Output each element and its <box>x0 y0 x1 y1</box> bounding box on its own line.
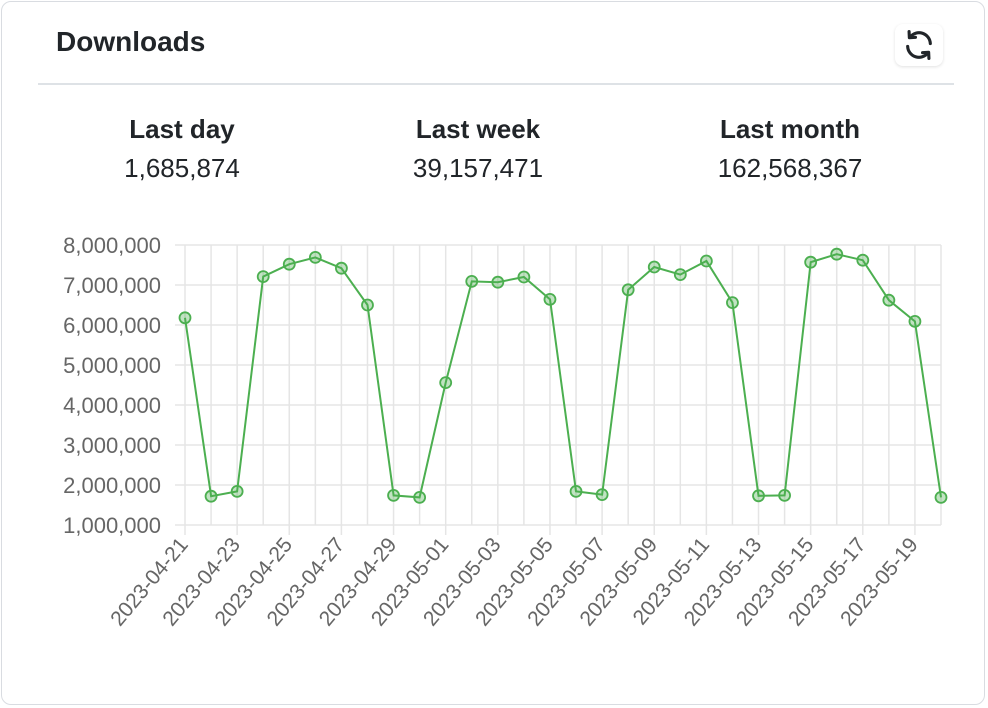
data-point <box>830 247 844 261</box>
stat-last-week: Last week 39,157,471 <box>328 114 628 184</box>
data-point <box>673 268 687 281</box>
data-point <box>621 283 635 297</box>
downloads-chart: 1,000,000 2,000,000 3,000,000 4,000,000 5,00… <box>63 233 948 631</box>
y-tick-label: 1,000,000 <box>63 513 161 538</box>
data-point <box>361 298 374 312</box>
data-point <box>439 376 453 390</box>
header-divider <box>38 83 954 85</box>
data-point <box>908 315 922 328</box>
data-point <box>778 488 791 502</box>
series-line <box>184 253 942 499</box>
data-point <box>282 257 296 271</box>
data-point <box>569 484 583 498</box>
data-point <box>804 255 818 269</box>
data-point <box>256 270 270 283</box>
stat-label: Last day <box>129 114 235 144</box>
refresh-icon <box>906 29 932 61</box>
data-point <box>387 488 400 502</box>
data-point <box>934 490 948 504</box>
data-point <box>308 251 322 264</box>
data-point <box>204 489 218 503</box>
data-point <box>335 261 348 275</box>
stat-value: 39,157,471 <box>412 153 544 183</box>
y-tick-label: 7,000,000 <box>63 273 161 298</box>
y-tick-label: 2,000,000 <box>63 473 161 498</box>
y-tick-label: 5,000,000 <box>63 353 161 378</box>
data-point <box>647 260 661 274</box>
data-point <box>752 489 765 503</box>
stat-label: Last week <box>415 114 541 144</box>
data-point <box>517 270 531 284</box>
data-point <box>882 293 896 307</box>
data-point <box>413 490 427 504</box>
stat-label: Last month <box>719 114 861 144</box>
stat-last-day: Last day 1,685,874 <box>32 114 332 184</box>
y-tick-label: 6,000,000 <box>63 313 161 338</box>
data-point <box>465 275 479 288</box>
y-tick-label: 3,000,000 <box>63 433 161 458</box>
y-tick-label: 4,000,000 <box>63 393 161 418</box>
data-point <box>543 293 557 306</box>
data-point <box>178 311 192 325</box>
data-point <box>856 253 870 267</box>
stat-value: 162,568,367 <box>717 153 863 183</box>
stat-value: 1,685,874 <box>124 153 240 183</box>
data-point <box>699 254 713 268</box>
data-point <box>230 484 244 498</box>
card-title: Downloads <box>56 26 206 57</box>
y-tick-label: 8,000,000 <box>63 233 161 258</box>
data-point <box>595 488 609 502</box>
stat-last-month: Last month 162,568,367 <box>640 114 940 184</box>
refresh-button[interactable] <box>895 24 943 66</box>
data-point <box>726 296 739 309</box>
data-point <box>491 275 505 289</box>
